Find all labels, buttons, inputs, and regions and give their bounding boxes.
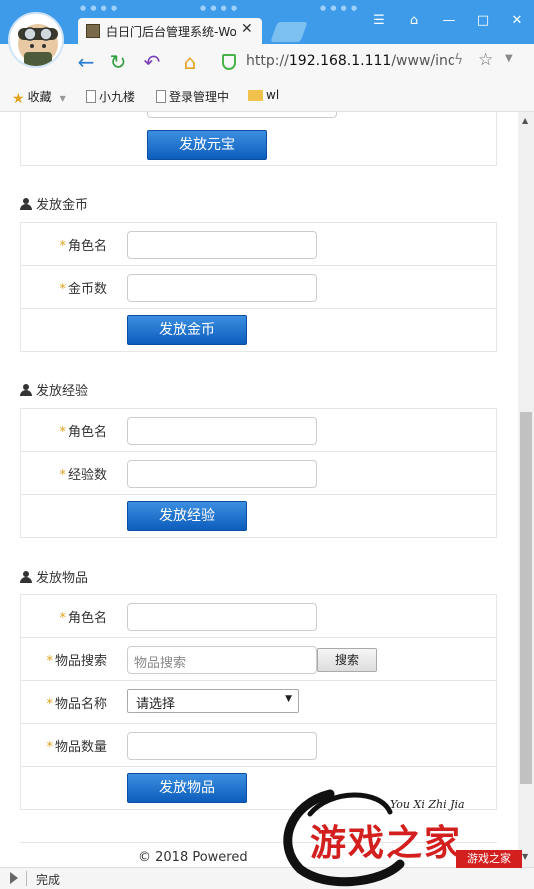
exp-section-title: 发放经验 bbox=[20, 380, 88, 399]
item-search-input[interactable]: 物品搜索 bbox=[127, 646, 317, 674]
gold-role-row: * 角色名 bbox=[20, 223, 497, 266]
gold-amount-label: * 金币数 bbox=[59, 282, 107, 297]
address-bar[interactable]: http://192.168.1.111/www/inde ϟ ☆ ▼ bbox=[214, 49, 514, 75]
issue-exp-button[interactable]: 发放经验 bbox=[127, 501, 247, 531]
site-favicon-icon bbox=[86, 24, 100, 38]
user-icon bbox=[20, 384, 32, 396]
exp-role-row: * 角色名 bbox=[20, 409, 497, 452]
item-search-label: * 物品搜索 bbox=[46, 654, 107, 669]
scroll-up-icon[interactable]: ▲ bbox=[522, 116, 528, 125]
exp-role-label: * 角色名 bbox=[59, 425, 107, 440]
vertical-scrollbar[interactable]: ▲ ▼ bbox=[518, 112, 534, 867]
tab-close-icon[interactable]: ✕ bbox=[241, 21, 253, 37]
bookmark-xiaojiulou[interactable]: 小九楼 bbox=[86, 88, 135, 105]
scrollbar-thumb[interactable] bbox=[520, 412, 532, 784]
status-text: 完成 bbox=[36, 873, 61, 887]
titlebar-pattern: ● ● ● ● bbox=[320, 4, 359, 12]
scroll-down-icon[interactable]: ▼ bbox=[522, 852, 528, 861]
navigation-bar: ← ↻ ↶ ⌂ http://192.168.1.111/www/inde ϟ … bbox=[0, 44, 534, 80]
item-submit-row: 发放物品 bbox=[20, 767, 497, 810]
item-search-button[interactable]: 搜索 bbox=[317, 648, 377, 672]
exp-amount-row: * 经验数 bbox=[20, 452, 497, 495]
item-qty-input[interactable] bbox=[127, 732, 317, 760]
gold-role-input[interactable] bbox=[127, 231, 317, 259]
user-avatar[interactable] bbox=[8, 12, 64, 68]
page-content: 发放元宝 发放金币 * 角色名 * 金币数 发放金币 发放经验 * 角色名 * 经验数 … bbox=[0, 112, 518, 867]
refresh-icon[interactable]: ↻ bbox=[106, 50, 130, 74]
issue-gold-button[interactable]: 发放金币 bbox=[127, 315, 247, 345]
item-name-select[interactable]: 请选择 ▼ bbox=[127, 689, 299, 713]
item-role-label: * 角色名 bbox=[59, 611, 107, 626]
item-qty-label: * 物品数量 bbox=[46, 740, 107, 755]
exp-amount-label: * 经验数 bbox=[59, 468, 107, 483]
issue-yuanbao-button[interactable]: 发放元宝 bbox=[147, 130, 267, 160]
folder-icon bbox=[248, 90, 263, 101]
exp-role-input[interactable] bbox=[127, 417, 317, 445]
bookmark-favorites[interactable]: ★ 收藏 ▼ bbox=[12, 88, 66, 107]
chevron-down-icon[interactable]: ▼ bbox=[505, 53, 513, 64]
home-icon[interactable]: ⌂ bbox=[178, 50, 202, 74]
browser-titlebar: ● ● ● ● ● ● ● ● ● ● ● ● 白日门后台管理系统-Wo ✕ ☰… bbox=[0, 0, 534, 45]
close-window-icon[interactable]: ✕ bbox=[508, 12, 526, 30]
dropdown-arrow-icon: ▼ bbox=[285, 694, 292, 704]
user-icon bbox=[20, 198, 32, 210]
item-qty-row: * 物品数量 bbox=[20, 724, 497, 767]
secure-shield-icon bbox=[222, 54, 236, 70]
item-name-row: * 物品名称 请选择 ▼ bbox=[20, 681, 497, 724]
minimize-icon[interactable]: — bbox=[440, 12, 458, 30]
user-icon bbox=[20, 571, 32, 583]
titlebar-pattern: ● ● ● ● bbox=[80, 4, 119, 12]
back-arrow-icon[interactable]: ← bbox=[74, 50, 98, 74]
yuanbao-submit-row: 发放元宝 bbox=[20, 112, 497, 166]
page-icon bbox=[156, 90, 166, 103]
status-bar: 完成 bbox=[0, 867, 534, 889]
item-role-row: * 角色名 bbox=[20, 595, 497, 638]
yuanbao-amount-input[interactable] bbox=[147, 112, 337, 118]
exp-submit-row: 发放经验 bbox=[20, 495, 497, 538]
gold-amount-input[interactable] bbox=[127, 274, 317, 302]
exp-amount-input[interactable] bbox=[127, 460, 317, 488]
item-role-input[interactable] bbox=[127, 603, 317, 631]
page-icon bbox=[86, 90, 96, 103]
play-icon[interactable] bbox=[10, 872, 18, 884]
maximize-icon[interactable]: □ bbox=[474, 12, 492, 30]
browser-tab-active[interactable]: 白日门后台管理系统-Wo ✕ bbox=[78, 18, 262, 45]
item-search-row: * 物品搜索 物品搜索 搜索 bbox=[20, 638, 497, 681]
gold-submit-row: 发放金币 bbox=[20, 309, 497, 352]
issue-item-button[interactable]: 发放物品 bbox=[127, 773, 247, 803]
address-url[interactable]: http://192.168.1.111/www/inde bbox=[246, 53, 454, 69]
undo-icon[interactable]: ↶ bbox=[140, 50, 164, 74]
skin-icon[interactable]: ⌂ bbox=[405, 12, 423, 30]
divider bbox=[26, 871, 27, 886]
bookmark-wl[interactable]: wl bbox=[248, 88, 279, 102]
bookmark-login-admin[interactable]: 登录管理中 bbox=[156, 88, 229, 105]
item-name-label: * 物品名称 bbox=[46, 697, 107, 712]
titlebar-pattern: ● ● ● ● bbox=[200, 4, 239, 12]
gold-role-label: * 角色名 bbox=[59, 239, 107, 254]
chevron-down-icon: ▼ bbox=[59, 94, 66, 103]
item-section-title: 发放物品 bbox=[20, 567, 88, 586]
star-icon: ★ bbox=[12, 91, 25, 107]
gold-amount-row: * 金币数 bbox=[20, 266, 497, 309]
new-tab-button[interactable] bbox=[270, 22, 308, 42]
lightning-icon[interactable]: ϟ bbox=[454, 52, 463, 68]
bookmarks-bar: ★ 收藏 ▼ 小九楼 登录管理中 wl bbox=[0, 80, 534, 112]
menu-icon[interactable]: ☰ bbox=[370, 12, 388, 30]
item-name-selected: 请选择 bbox=[136, 697, 176, 712]
tab-title: 白日门后台管理系统-Wo bbox=[106, 25, 236, 39]
gold-section-title: 发放金币 bbox=[20, 194, 88, 213]
favorite-star-icon[interactable]: ☆ bbox=[478, 50, 493, 70]
footer-copyright: © 2018 Powered bbox=[138, 850, 248, 865]
footer-divider bbox=[20, 842, 497, 843]
